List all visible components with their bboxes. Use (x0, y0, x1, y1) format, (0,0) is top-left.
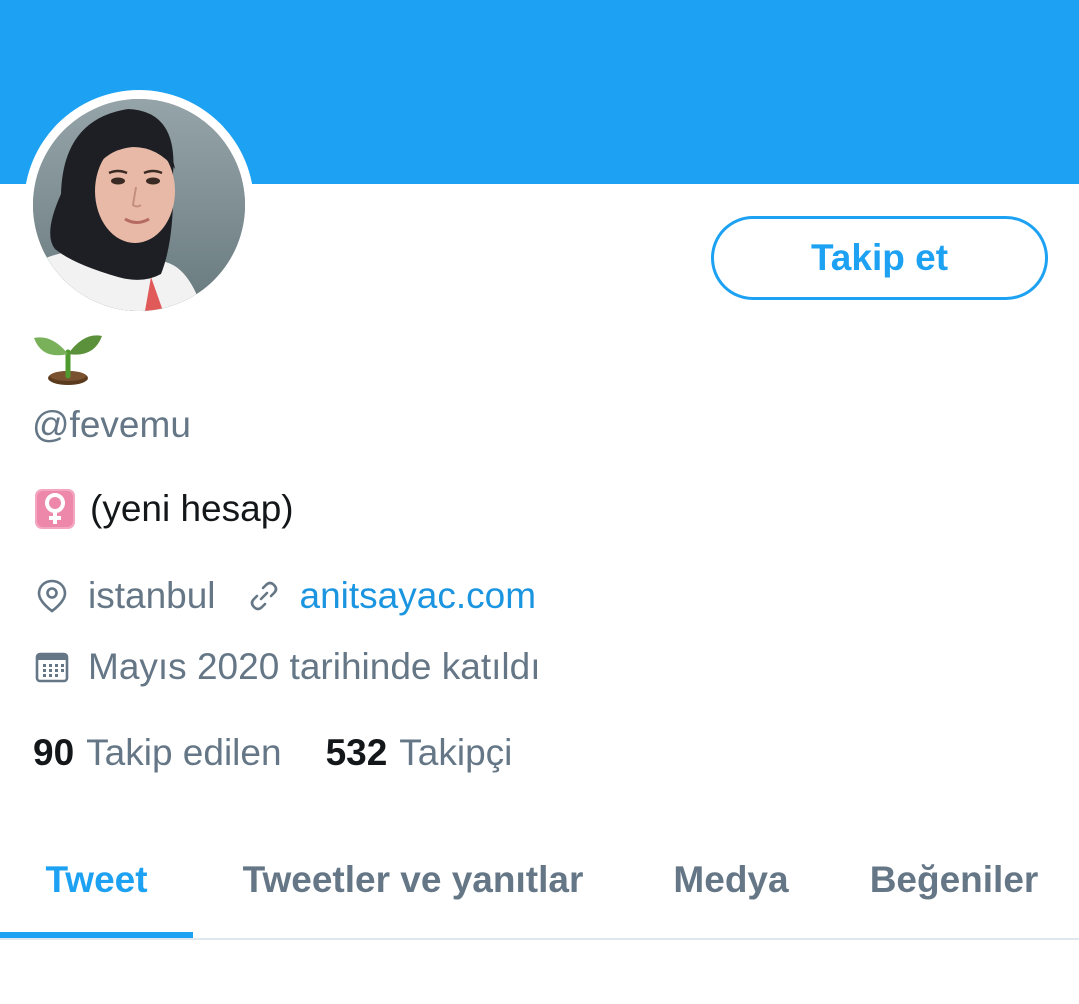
female-sign-icon (34, 488, 76, 530)
seedling-icon (32, 326, 104, 388)
following-label: Takip edilen (86, 732, 282, 773)
followers-stat[interactable]: 532 Takipçi (326, 732, 513, 774)
tab-media[interactable]: Medya (633, 830, 829, 930)
profile-joined-row: Mayıs 2020 tarihinde katıldı (34, 646, 540, 688)
profile-stats: 90 Takip edilen 532 Takipçi (33, 732, 512, 774)
following-stat[interactable]: 90 Takip edilen (33, 732, 282, 774)
calendar-icon (34, 649, 70, 685)
map-pin-icon (34, 578, 70, 614)
profile-page: Takip et @fevemu (yeni hesap) istanbul a… (0, 0, 1079, 1004)
profile-tabs: Tweet Tweetler ve yanıtlar Medya Beğenil… (0, 830, 1079, 940)
profile-handle: @fevemu (32, 404, 191, 445)
tab-tweets-and-replies[interactable]: Tweetler ve yanıtlar (193, 830, 633, 930)
link-icon (246, 578, 282, 614)
profile-location: istanbul (88, 575, 216, 616)
followers-label: Takipçi (399, 732, 513, 773)
profile-bio: (yeni hesap) (34, 488, 294, 530)
avatar[interactable] (33, 99, 245, 311)
tab-likes[interactable]: Beğeniler (829, 830, 1079, 930)
profile-website-link[interactable]: anitsayac.com (300, 575, 537, 617)
profile-joined-date: Mayıs 2020 tarihinde katıldı (88, 646, 541, 687)
bio-text: (yeni hesap) (90, 488, 294, 529)
follow-button[interactable]: Takip et (711, 216, 1048, 300)
profile-meta-row: istanbul anitsayac.com (34, 575, 536, 617)
tabs-divider (0, 938, 1079, 940)
tab-tweet[interactable]: Tweet (0, 830, 193, 930)
followers-count: 532 (325, 732, 388, 773)
following-count: 90 (33, 732, 75, 773)
